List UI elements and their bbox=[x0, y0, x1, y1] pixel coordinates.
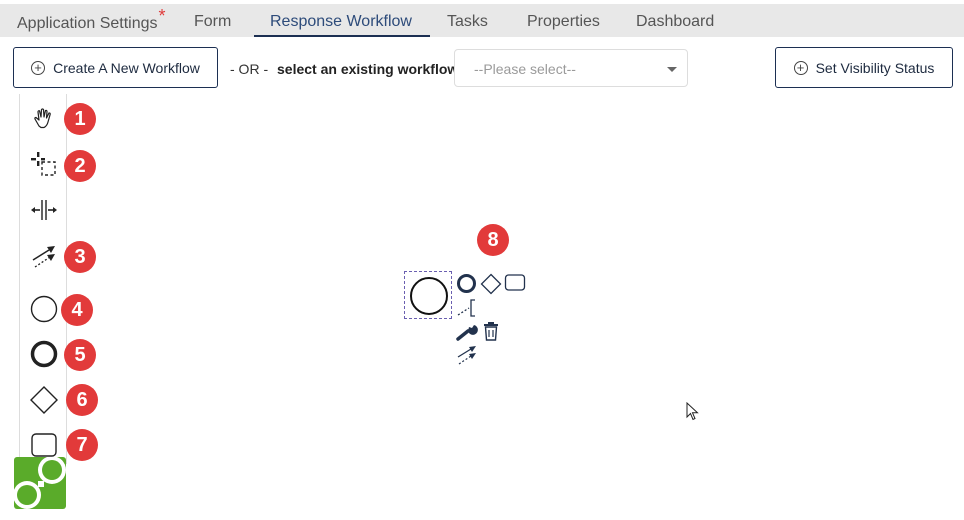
select-workflow-label: select an existing workflow: bbox=[277, 61, 463, 77]
tab-label: Application Settings bbox=[17, 15, 158, 32]
tool-palette bbox=[19, 94, 67, 464]
space-icon bbox=[31, 200, 57, 220]
wrench-icon[interactable] bbox=[456, 321, 478, 343]
workflow-canvas[interactable] bbox=[0, 90, 964, 520]
annotation-icon[interactable] bbox=[456, 297, 478, 319]
tab-tasks[interactable]: Tasks bbox=[447, 4, 488, 37]
workflow-select[interactable]: --Please select-- bbox=[454, 49, 688, 87]
start-event-icon bbox=[30, 295, 58, 323]
or-separator: - OR - bbox=[230, 61, 269, 77]
step-badge: 6 bbox=[66, 384, 98, 416]
set-visibility-label: Set Visibility Status bbox=[815, 59, 935, 76]
gateway-tool[interactable] bbox=[20, 380, 68, 420]
end-event-tool[interactable] bbox=[20, 334, 68, 374]
gateway-icon[interactable] bbox=[480, 273, 502, 295]
select-placeholder: --Please select-- bbox=[474, 61, 576, 77]
end-event-icon[interactable] bbox=[456, 273, 477, 294]
step-badge: 1 bbox=[64, 103, 96, 135]
create-workflow-button[interactable]: + Create A New Workflow bbox=[13, 47, 218, 88]
set-visibility-button[interactable]: + Set Visibility Status bbox=[775, 47, 953, 88]
end-event-icon bbox=[30, 340, 58, 368]
connect-icon[interactable] bbox=[456, 344, 478, 366]
tab-response-workflow[interactable]: Response Workflow bbox=[254, 4, 430, 37]
step-badge: 4 bbox=[61, 294, 93, 326]
step-badge: 7 bbox=[66, 429, 98, 461]
start-event-shape[interactable] bbox=[408, 275, 450, 317]
space-tool[interactable] bbox=[20, 190, 68, 230]
tab-application-settings[interactable]: Application Settings* bbox=[17, 4, 166, 37]
hand-tool[interactable] bbox=[20, 99, 68, 139]
tab-dashboard[interactable]: Dashboard bbox=[636, 4, 714, 37]
task-icon[interactable] bbox=[504, 273, 526, 293]
tab-properties[interactable]: Properties bbox=[527, 4, 600, 37]
required-marker: * bbox=[158, 6, 166, 26]
connect-icon bbox=[32, 246, 55, 268]
plus-circle-icon: + bbox=[793, 60, 808, 75]
gateway-icon bbox=[30, 386, 58, 414]
step-badge: 8 bbox=[477, 224, 509, 256]
step-badge: 2 bbox=[64, 150, 96, 182]
task-icon bbox=[31, 433, 57, 457]
plus-circle-icon: + bbox=[31, 60, 46, 75]
create-workflow-label: Create A New Workflow bbox=[53, 59, 200, 76]
lasso-icon bbox=[31, 152, 56, 176]
step-badge: 3 bbox=[64, 241, 96, 273]
tab-form[interactable]: Form bbox=[194, 4, 231, 37]
trash-icon[interactable] bbox=[481, 321, 501, 342]
gears-logo-icon bbox=[14, 457, 66, 509]
lasso-tool[interactable] bbox=[20, 144, 68, 184]
chevron-down-icon bbox=[667, 67, 677, 72]
connect-tool[interactable] bbox=[20, 236, 68, 276]
hand-icon bbox=[34, 108, 51, 129]
tab-bar: Application Settings* Form Response Work… bbox=[0, 4, 964, 37]
step-badge: 5 bbox=[64, 339, 96, 371]
mouse-cursor-icon bbox=[686, 402, 699, 421]
